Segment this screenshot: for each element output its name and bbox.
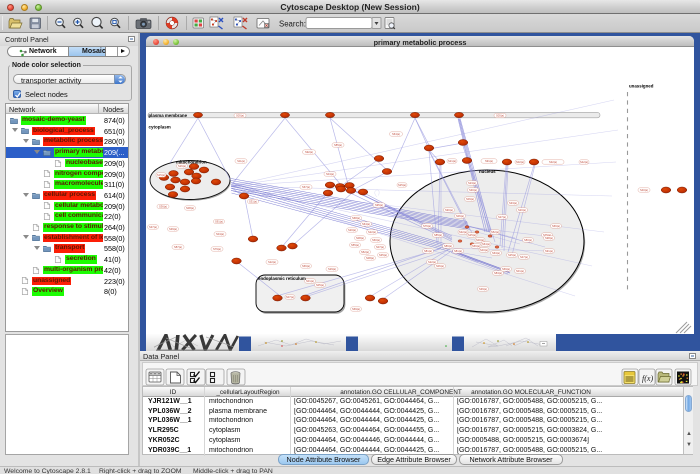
svg-text:S09(a): S09(a) <box>466 197 474 201</box>
svg-text:S81(a): S81(a) <box>424 249 432 253</box>
svg-text:S05(a): S05(a) <box>316 283 324 287</box>
svg-text:S90(a): S90(a) <box>445 208 453 212</box>
svg-text:S26(a): S26(a) <box>178 164 186 168</box>
svg-text:S52(a): S52(a) <box>491 230 499 234</box>
svg-text:S42(a): S42(a) <box>580 160 588 164</box>
svg-text:S86(a): S86(a) <box>444 244 452 248</box>
svg-text:S30(a): S30(a) <box>469 188 477 192</box>
svg-text:S64(a): S64(a) <box>392 132 400 136</box>
svg-text:S29(a): S29(a) <box>328 267 336 271</box>
svg-text:S05(a): S05(a) <box>496 114 504 118</box>
svg-text:S76(a): S76(a) <box>423 224 431 228</box>
svg-text:S79(a): S79(a) <box>213 247 221 251</box>
svg-text:S69(a): S69(a) <box>502 267 510 271</box>
svg-text:S07(a): S07(a) <box>376 245 384 249</box>
svg-text:S40(a): S40(a) <box>640 188 648 192</box>
svg-text:S15(a): S15(a) <box>157 173 165 177</box>
svg-text:S66(a): S66(a) <box>472 244 480 248</box>
svg-text:S81(a): S81(a) <box>454 249 462 253</box>
svg-text:S00(a): S00(a) <box>476 238 484 242</box>
svg-text:S08(a): S08(a) <box>366 256 374 260</box>
svg-text:nucleus: nucleus <box>479 169 496 174</box>
svg-text:S64(a): S64(a) <box>482 242 490 246</box>
svg-text:mitochondrion: mitochondrion <box>176 159 207 164</box>
svg-text:S92(a): S92(a) <box>305 150 313 154</box>
svg-text:S63(a): S63(a) <box>492 251 500 255</box>
svg-text:S08(a): S08(a) <box>356 236 364 240</box>
svg-text:S40(a): S40(a) <box>480 248 488 252</box>
svg-text:S39(a): S39(a) <box>169 227 177 231</box>
svg-text:S37(a): S37(a) <box>149 225 157 229</box>
svg-text:S98(a): S98(a) <box>545 236 553 240</box>
svg-text:S25(a): S25(a) <box>468 233 476 237</box>
svg-text:S33(a): S33(a) <box>509 201 517 205</box>
svg-text:S07(a): S07(a) <box>286 295 294 299</box>
svg-text:S83(a): S83(a) <box>494 271 502 275</box>
svg-text:S27(a): S27(a) <box>498 215 506 219</box>
svg-text:cytoplasm: cytoplasm <box>149 125 171 130</box>
svg-text:f(x): f(x) <box>642 374 653 383</box>
svg-text:S06(a): S06(a) <box>456 214 464 218</box>
svg-text:S68(a): S68(a) <box>352 216 360 220</box>
svg-text:S64(a): S64(a) <box>362 222 370 226</box>
svg-text:S02(a): S02(a) <box>516 160 524 164</box>
svg-text:S36(a): S36(a) <box>159 205 167 209</box>
svg-text:S69(a): S69(a) <box>352 307 360 311</box>
svg-text:S67(a): S67(a) <box>302 185 310 189</box>
svg-text:unassigned: unassigned <box>629 84 654 89</box>
svg-text:S91(a): S91(a) <box>545 249 553 253</box>
svg-text:S66(a): S66(a) <box>302 264 310 268</box>
svg-text:Search:: Search: <box>279 20 306 29</box>
svg-text:S11(a): S11(a) <box>237 159 245 163</box>
svg-text:S85(a): S85(a) <box>434 233 442 237</box>
svg-text:S91(a): S91(a) <box>215 220 223 224</box>
svg-text:S04(a): S04(a) <box>216 232 224 236</box>
svg-text:S31(a): S31(a) <box>249 200 257 204</box>
svg-text:S52(a): S52(a) <box>361 250 369 254</box>
svg-text:S25(a): S25(a) <box>398 183 406 187</box>
svg-text:S08(a): S08(a) <box>186 206 194 210</box>
svg-text:S80(a): S80(a) <box>524 238 532 242</box>
svg-text:S32(a): S32(a) <box>459 230 467 234</box>
svg-text:S95(a): S95(a) <box>375 203 383 207</box>
svg-text:S21(a): S21(a) <box>448 159 456 163</box>
svg-text:S05(a): S05(a) <box>236 114 244 118</box>
svg-text:plasma membrane: plasma membrane <box>149 113 188 118</box>
svg-text:S32(a): S32(a) <box>549 160 557 164</box>
svg-text:S22(a): S22(a) <box>428 260 436 264</box>
svg-text:S85(a): S85(a) <box>334 143 342 147</box>
svg-text:S55(a): S55(a) <box>351 243 359 247</box>
svg-text:S22(a): S22(a) <box>268 260 276 264</box>
svg-text:S87(a): S87(a) <box>174 245 182 249</box>
svg-text:S20(a): S20(a) <box>348 228 356 232</box>
svg-text:S91(a): S91(a) <box>485 159 493 163</box>
svg-text:S25(a): S25(a) <box>508 253 516 257</box>
svg-text:S01(a): S01(a) <box>516 269 524 273</box>
svg-text:endoplasmic reticulum: endoplasmic reticulum <box>258 276 306 281</box>
svg-text:S04(a): S04(a) <box>326 172 334 176</box>
svg-text:S20(a): S20(a) <box>518 208 526 212</box>
svg-text:S22(a): S22(a) <box>368 230 376 234</box>
svg-text:S47(a): S47(a) <box>520 255 528 259</box>
svg-text:S06(a): S06(a) <box>436 264 444 268</box>
svg-text:S66(a): S66(a) <box>552 224 560 228</box>
svg-text:S35(a): S35(a) <box>379 253 387 257</box>
svg-text:S23(a): S23(a) <box>468 181 476 185</box>
svg-text:S60(a): S60(a) <box>372 238 380 242</box>
svg-text:S39(a): S39(a) <box>479 287 487 291</box>
svg-text:S01(a): S01(a) <box>306 279 314 283</box>
